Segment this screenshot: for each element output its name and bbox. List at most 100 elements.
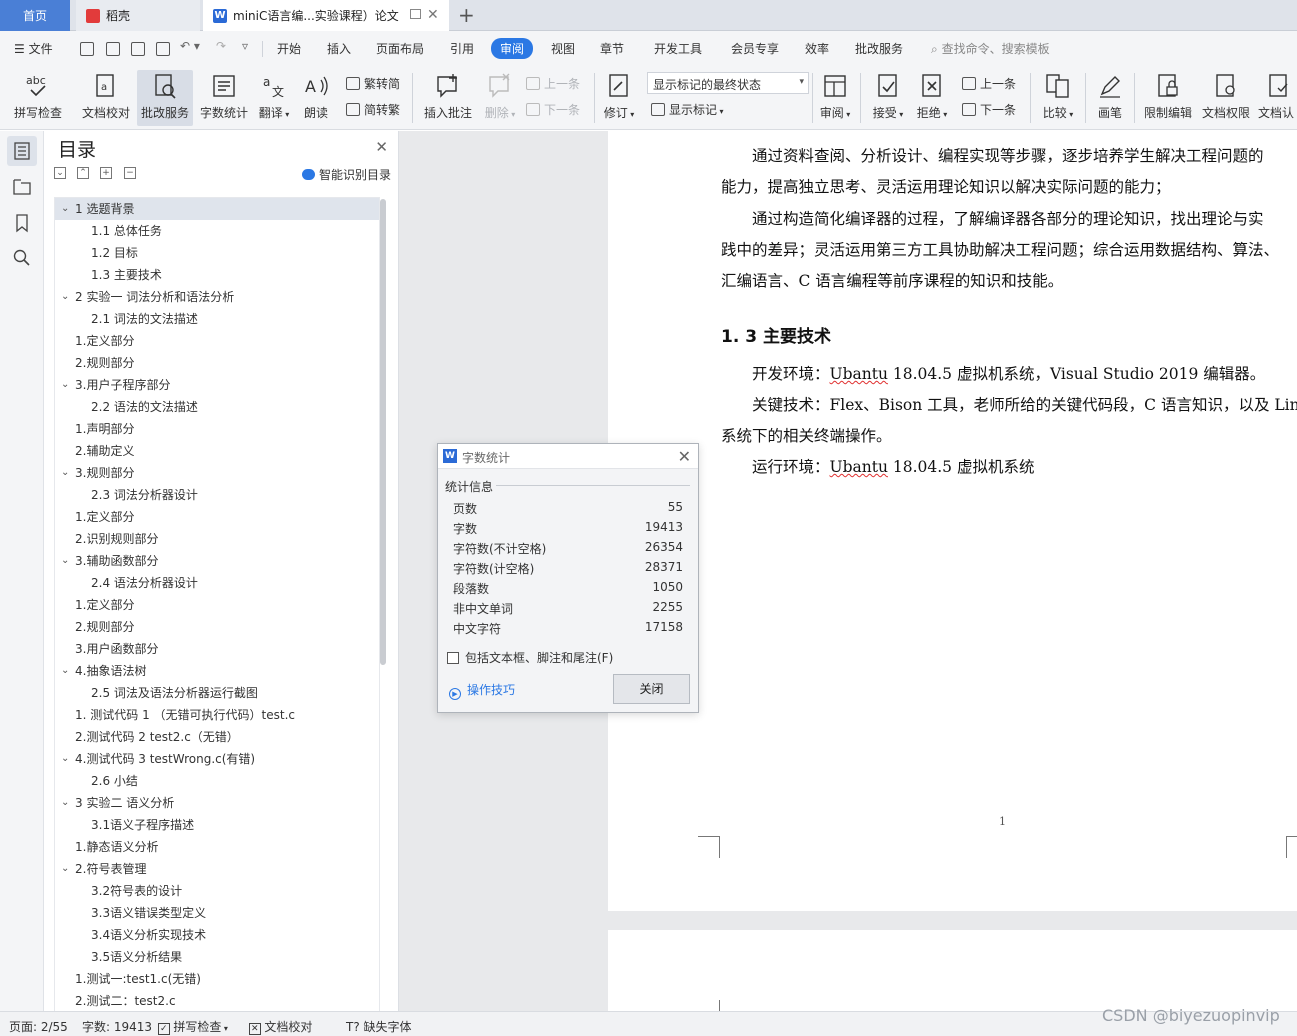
menu-insert[interactable]: 插入 (327, 40, 351, 57)
menu-start[interactable]: 开始 (277, 40, 301, 57)
toc-item[interactable]: 2.1 词法的文法描述 (55, 308, 379, 330)
document-certify-button[interactable]: 文档认 (1258, 70, 1297, 126)
tab-close-icon[interactable]: ✕ (427, 8, 441, 22)
status-missing-font[interactable]: T? 缺失字体 (346, 1018, 412, 1035)
toc-item[interactable]: 2.测试代码 2 test2.c（无错） (55, 726, 379, 748)
status-spell-check[interactable]: ✓ 拼写检查 ▾ (158, 1018, 228, 1035)
pen-button[interactable]: 画笔 (1092, 70, 1128, 126)
redo-icon[interactable]: ↷ (216, 39, 226, 53)
chevron-down-icon[interactable]: ⌄ (61, 374, 69, 396)
toc-item[interactable]: 1.2 目标 (55, 242, 379, 264)
toc-item[interactable]: 3.用户函数部分 (55, 638, 379, 660)
chapter-nav-icon[interactable] (12, 177, 32, 197)
toc-item[interactable]: 2.规则部分 (55, 352, 379, 374)
toc-item[interactable]: 2.辅助定义 (55, 440, 379, 462)
word-count-indicator[interactable]: 字数: 19413 (82, 1018, 152, 1035)
toc-item[interactable]: 2.4 语法分析器设计 (55, 572, 379, 594)
compare-button[interactable]: 比较 ▾ (1037, 70, 1079, 126)
toc-item[interactable]: 2.6 小结 (55, 770, 379, 792)
menu-review[interactable]: 审阅 (491, 38, 534, 59)
chevron-down-icon[interactable]: ⌄ (61, 462, 69, 484)
command-search[interactable]: ⌕ 查找命令、搜索模板 (931, 40, 1050, 57)
print-icon[interactable] (131, 42, 145, 56)
toc-item[interactable]: 3.5语义分析结果 (55, 946, 379, 968)
quick-access-more-icon[interactable]: ▿ (242, 39, 248, 53)
menu-references[interactable]: 引用 (450, 40, 474, 57)
print-preview-icon[interactable] (156, 42, 170, 56)
toc-item[interactable]: ⌄ 1 选题背景 (55, 198, 379, 220)
word-count-button[interactable]: 字数统计 (196, 70, 252, 126)
toc-item[interactable]: 2.3 词法分析器设计 (55, 484, 379, 506)
chevron-down-icon[interactable]: ⌄ (61, 748, 69, 770)
chevron-down-icon[interactable]: ⌄ (61, 550, 69, 572)
toc-item[interactable]: 1.声明部分 (55, 418, 379, 440)
menu-chapter[interactable]: 章节 (600, 40, 624, 57)
review-pane-button[interactable]: 审阅 ▾ (816, 70, 854, 126)
toc-item[interactable]: 2.2 语法的文法描述 (55, 396, 379, 418)
toc-item[interactable]: 1. 测试代码 1 （无错可执行代码）test.c (55, 704, 379, 726)
menu-member[interactable]: 会员专享 (731, 40, 779, 57)
toc-item[interactable]: 2.规则部分 (55, 616, 379, 638)
next-comment-button[interactable]: 下一条 (526, 101, 580, 118)
toc-item[interactable]: 2.识别规则部分 (55, 528, 379, 550)
add-heading-icon[interactable]: + (100, 167, 112, 179)
toc-nav-icon[interactable] (7, 136, 37, 166)
toc-item[interactable]: 3.4语义分析实现技术 (55, 924, 379, 946)
toc-item[interactable]: 2.测试二：test2.c (55, 990, 379, 1012)
new-tab-button[interactable]: + (458, 4, 475, 26)
proofread-button[interactable]: a 文档校对 (78, 70, 134, 126)
toc-item[interactable]: ⌄ 4.抽象语法树 (55, 660, 379, 682)
toc-item[interactable]: ⌄ 3.用户子程序部分 (55, 374, 379, 396)
toc-item[interactable]: 1.静态语义分析 (55, 836, 379, 858)
delete-comment-button[interactable]: 删除 ▾ (480, 70, 520, 126)
page-indicator[interactable]: 页面: 2/55 (9, 1018, 68, 1035)
toc-item[interactable]: ⌄ 3.规则部分 (55, 462, 379, 484)
chevron-down-icon[interactable]: ⌄ (61, 198, 69, 220)
bookmark-icon[interactable] (12, 213, 32, 233)
smart-toc-button[interactable]: 智能识别目录 (302, 166, 391, 183)
save-icon[interactable] (80, 42, 94, 56)
toc-item[interactable]: 1.定义部分 (55, 594, 379, 616)
status-proofread[interactable]: ✕ 文档校对 (249, 1018, 312, 1035)
menu-view[interactable]: 视图 (551, 40, 575, 57)
document-page[interactable] (608, 930, 1297, 1011)
chevron-down-icon[interactable]: ⌄ (61, 858, 69, 880)
toc-item[interactable]: 1.定义部分 (55, 330, 379, 352)
document-page[interactable]: 通过资料查阅、分析设计、编程实现等步骤，逐步培养学生解决工程问题的 能力，提高独… (608, 131, 1297, 911)
translate-button[interactable]: a文 翻译 ▾ (254, 70, 294, 126)
toc-item[interactable]: 3.2符号表的设计 (55, 880, 379, 902)
toc-item[interactable]: 3.3语义错误类型定义 (55, 902, 379, 924)
close-button[interactable]: 关闭 (613, 674, 690, 704)
track-changes-button[interactable]: 修订 ▾ (600, 70, 638, 126)
tips-link[interactable]: ▶ 操作技巧 (449, 681, 515, 700)
document-permission-button[interactable]: 文档权限 (1198, 70, 1254, 126)
toc-item[interactable]: 1.测试一:test1.c(无错) (55, 968, 379, 990)
markup-state-select[interactable]: 显示标记的最终状态 ▾ (647, 72, 809, 94)
prev-comment-button[interactable]: 上一条 (526, 75, 580, 92)
toc-item[interactable]: 1.定义部分 (55, 506, 379, 528)
toc-item[interactable]: 1.3 主要技术 (55, 264, 379, 286)
tab-document[interactable]: W miniC语言编...实验课程）论文 ✕ (203, 0, 449, 31)
toc-item[interactable]: 2.5 词法及语法分析器运行截图 (55, 682, 379, 704)
undo-icon[interactable]: ↶ ▾ (180, 39, 200, 53)
expand-all-icon[interactable]: ⌃ (77, 167, 89, 179)
grading-service-button[interactable]: 批改服务 (137, 70, 193, 126)
toc-item[interactable]: ⌄ 3 实验二 语义分析 (55, 792, 379, 814)
toc-scrollbar[interactable] (380, 199, 386, 665)
file-menu[interactable]: ☰ 文件 (14, 40, 53, 57)
collapse-all-icon[interactable]: ⌄ (54, 167, 66, 179)
toc-item[interactable]: ⌄ 3.辅助函数部分 (55, 550, 379, 572)
simp-to-trad-button[interactable]: 简转繁 (346, 101, 400, 118)
toc-item[interactable]: ⌄ 4.测试代码 3 testWrong.c(有错) (55, 748, 379, 770)
next-change-button[interactable]: 下一条 (962, 101, 1016, 118)
chevron-down-icon[interactable]: ⌄ (61, 792, 69, 814)
read-aloud-button[interactable]: A 朗读 (298, 70, 334, 126)
toc-item[interactable]: 3.1语义子程序描述 (55, 814, 379, 836)
export-icon[interactable] (106, 42, 120, 56)
toc-item[interactable]: ⌄ 2 实验一 词法分析和语法分析 (55, 286, 379, 308)
close-icon[interactable]: ✕ (375, 138, 388, 156)
toc-item[interactable]: 1.1 总体任务 (55, 220, 379, 242)
menu-efficiency[interactable]: 效率 (805, 40, 829, 57)
toc-item[interactable]: ⌄ 2.符号表管理 (55, 858, 379, 880)
prev-change-button[interactable]: 上一条 (962, 75, 1016, 92)
